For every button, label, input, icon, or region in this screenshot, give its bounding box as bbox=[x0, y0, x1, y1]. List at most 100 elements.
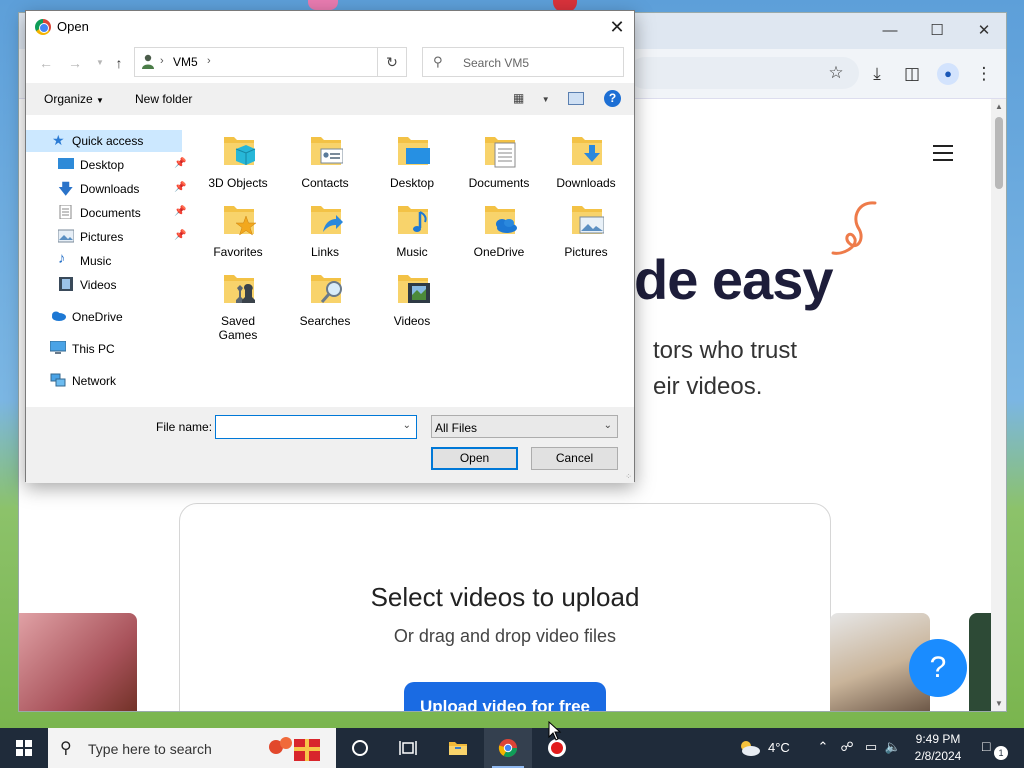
preview-pane-icon[interactable] bbox=[568, 92, 584, 105]
network-status-icon[interactable]: ▭ bbox=[862, 739, 880, 755]
document-icon bbox=[59, 205, 72, 219]
clock-date[interactable]: 2/8/2024 bbox=[908, 749, 968, 763]
hero-subtitle: tors who trust bbox=[653, 337, 798, 364]
taskbar-search-placeholder: Type here to search bbox=[88, 741, 212, 757]
upload-card[interactable]: Select videos to upload Or drag and drop… bbox=[179, 503, 831, 711]
show-hidden-icons-chevron-icon[interactable]: ⌃ bbox=[814, 739, 832, 755]
task-view-button[interactable] bbox=[384, 728, 432, 768]
music-folder-icon bbox=[398, 206, 428, 234]
folder-tile-contacts[interactable]: Contacts bbox=[283, 125, 367, 195]
nav-item-videos[interactable]: Videos bbox=[58, 274, 182, 296]
new-folder-button[interactable]: New folder bbox=[135, 92, 192, 106]
nav-item-this-pc[interactable]: This PC bbox=[50, 338, 182, 360]
chrome-taskbar-button[interactable] bbox=[484, 728, 532, 768]
weather-temperature[interactable]: 4°C bbox=[768, 740, 790, 755]
breadcrumb-chevron-icon[interactable]: › bbox=[207, 55, 211, 67]
open-button[interactable]: Open bbox=[431, 447, 518, 470]
back-arrow-icon[interactable]: ← bbox=[38, 55, 54, 71]
chevron-down-icon[interactable]: ⌄ bbox=[403, 420, 411, 431]
nav-item-documents[interactable]: Documents 📌 bbox=[58, 202, 186, 224]
taskbar-search-box[interactable]: ⚲ Type here to search bbox=[48, 728, 336, 768]
folder-tile-documents[interactable]: Documents bbox=[457, 125, 541, 195]
file-name-input[interactable]: ⌄ bbox=[215, 415, 417, 439]
page-scrollbar[interactable]: ▲ ▼ bbox=[991, 99, 1006, 711]
resize-grip-icon[interactable]: ⁘ bbox=[625, 472, 632, 481]
window-close-button[interactable]: ✕ bbox=[969, 21, 999, 41]
dialog-close-button[interactable]: ✕ bbox=[606, 16, 628, 38]
address-row: ← → ▼ ↑ › VM5 › ⌄ ↻ ⚲ Search VM5 bbox=[26, 43, 634, 83]
cortana-button[interactable] bbox=[336, 728, 384, 768]
folder-tile-favorites[interactable]: Favorites bbox=[196, 194, 280, 264]
nav-item-label: Quick access bbox=[72, 134, 144, 148]
folder-label-line: Saved bbox=[220, 314, 256, 328]
folder-tile-videos[interactable]: Videos bbox=[370, 263, 454, 333]
pin-icon: 📌 bbox=[174, 230, 187, 241]
scrollbar-thumb[interactable] bbox=[995, 117, 1003, 189]
nav-item-network[interactable]: Network bbox=[50, 370, 182, 392]
breadcrumb-segment[interactable]: VM5 bbox=[173, 55, 198, 69]
user-folder-icon bbox=[142, 54, 154, 69]
nav-item-onedrive[interactable]: OneDrive bbox=[50, 306, 182, 328]
pin-icon: 📌 bbox=[174, 206, 187, 217]
nav-item-label: Desktop bbox=[80, 158, 125, 172]
side-panel-icon[interactable]: ◫ bbox=[901, 63, 923, 85]
weather-cloudy-icon[interactable] bbox=[737, 738, 761, 758]
nav-item-pictures[interactable]: Pictures 📌 bbox=[58, 226, 186, 248]
folder-tile-3d-objects[interactable]: 3D Objects bbox=[196, 125, 280, 195]
cortana-circle-icon bbox=[352, 740, 368, 756]
folder-label: Videos bbox=[393, 314, 431, 328]
help-icon[interactable]: ? bbox=[604, 90, 621, 107]
folder-tile-links[interactable]: Links bbox=[283, 194, 367, 264]
nav-item-music[interactable]: ♪ Music bbox=[58, 250, 182, 272]
maximize-button[interactable]: ☐ bbox=[922, 21, 952, 41]
folder-tile-saved-games[interactable]: Saved Games bbox=[196, 263, 280, 347]
breadcrumb-chevron-icon[interactable]: › bbox=[160, 55, 164, 67]
hero-title: de easy bbox=[634, 248, 833, 311]
security-shield-icon[interactable]: ☍ bbox=[838, 739, 856, 755]
desktop-icon bbox=[58, 158, 74, 169]
browser-menu-icon[interactable]: ⋮ bbox=[973, 63, 995, 85]
onedrive-folder-icon bbox=[485, 206, 517, 234]
bookmark-star-icon[interactable]: ☆ bbox=[825, 62, 847, 84]
folder-tile-music[interactable]: Music bbox=[370, 194, 454, 264]
volume-speaker-icon[interactable]: 🔈 bbox=[884, 739, 902, 755]
onedrive-cloud-icon bbox=[52, 311, 66, 321]
minimize-button[interactable]: — bbox=[875, 21, 905, 41]
up-arrow-icon[interactable]: ↑ bbox=[111, 55, 127, 71]
file-explorer-taskbar-button[interactable] bbox=[434, 728, 482, 768]
recent-locations-chevron-icon[interactable]: ▼ bbox=[92, 55, 108, 71]
chrome-logo-icon bbox=[498, 739, 517, 758]
pictures-folder-icon bbox=[572, 206, 604, 234]
cancel-button[interactable]: Cancel bbox=[531, 447, 618, 470]
nav-item-label: Music bbox=[80, 254, 112, 268]
nav-item-downloads[interactable]: 🡇 Downloads 📌 bbox=[58, 178, 186, 200]
forward-arrow-icon[interactable]: → bbox=[67, 55, 83, 71]
download-icon[interactable]: ⤓ bbox=[866, 63, 888, 85]
folder-tile-downloads[interactable]: Downloads bbox=[544, 125, 628, 195]
video-thumbnail bbox=[19, 613, 137, 711]
hamburger-menu-icon[interactable] bbox=[933, 145, 953, 166]
folder-tile-onedrive[interactable]: OneDrive bbox=[457, 194, 541, 264]
search-input[interactable]: ⚲ Search VM5 bbox=[422, 47, 624, 77]
clock-time[interactable]: 9:49 PM bbox=[908, 732, 968, 746]
file-type-select[interactable]: All Files ⌄ bbox=[431, 415, 618, 438]
start-button[interactable] bbox=[0, 728, 48, 768]
desktop-folder-icon bbox=[398, 137, 430, 165]
scroll-up-arrow-icon[interactable]: ▲ bbox=[994, 102, 1004, 111]
refresh-button[interactable]: ↻ bbox=[377, 47, 407, 77]
address-bar[interactable]: ☆ bbox=[629, 57, 859, 89]
nav-item-quick-access[interactable]: ★ Quick access bbox=[26, 130, 182, 152]
folder-label: Links bbox=[310, 245, 339, 259]
favorites-folder-icon bbox=[224, 206, 256, 236]
location-breadcrumb[interactable]: › VM5 › ⌄ bbox=[134, 47, 403, 77]
nav-item-desktop[interactable]: Desktop 📌 bbox=[58, 154, 186, 176]
profile-avatar-icon[interactable]: ● bbox=[937, 63, 959, 85]
folder-tile-pictures[interactable]: Pictures bbox=[544, 194, 628, 264]
help-chat-button[interactable]: ? bbox=[909, 639, 967, 697]
folder-tile-desktop[interactable]: Desktop bbox=[370, 125, 454, 195]
scroll-down-arrow-icon[interactable]: ▼ bbox=[994, 699, 1004, 708]
change-view-button[interactable]: ▦ ▼ bbox=[513, 91, 550, 105]
upload-video-button[interactable]: Upload video for free bbox=[404, 682, 606, 711]
organize-button[interactable]: Organize ▼ bbox=[44, 92, 104, 106]
folder-tile-searches[interactable]: Searches bbox=[283, 263, 367, 333]
